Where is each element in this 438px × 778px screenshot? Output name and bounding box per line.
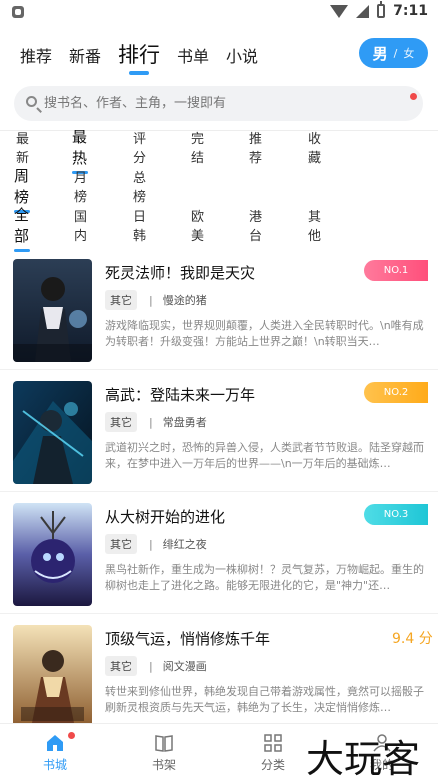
book-cover — [13, 381, 92, 484]
book-cover — [13, 503, 92, 606]
filter-hottest[interactable]: 最热 — [72, 126, 87, 168]
meta-separator: | — [149, 293, 153, 307]
book-description: 转世来到修仙世界，韩绝发现自己带着游戏属性，竟然可以摇骰子刷新灵根资质与先天气运… — [105, 685, 424, 714]
filter-all[interactable]: 全部 — [14, 204, 29, 246]
book-cover — [13, 259, 92, 362]
book-icon — [155, 735, 173, 752]
filter-japan-korea[interactable]: 日韩 — [133, 206, 146, 244]
search-bar[interactable]: 搜书名、作者、主角，一搜即有 — [14, 86, 423, 121]
book-description: 武道初兴之时，恐怖的异兽入侵，人类武者节节败退。陆圣穿越而来，在梦中进入一万年后… — [105, 441, 424, 470]
filter-western[interactable]: 欧美 — [191, 206, 204, 244]
gender-toggle[interactable]: 男 / 女 — [359, 38, 428, 68]
genre-tag: 其它 — [105, 534, 137, 554]
book-list-item[interactable]: 死灵法师！我即是天灾 其它 | 慢途的猪 游戏降临现实，世界规则颠覆，人类进入全… — [0, 248, 438, 370]
rank-badge: NO.2 — [364, 382, 428, 403]
home-icon — [47, 735, 63, 751]
genre-tag: 其它 — [105, 412, 137, 432]
nav-label: 书城 — [42, 758, 67, 772]
book-cover — [13, 625, 92, 728]
nav-label: 分类 — [260, 758, 285, 772]
rank-badge: NO.1 — [364, 260, 428, 281]
tab-new[interactable]: 新番 — [69, 44, 101, 70]
gender-male-label: 男 — [372, 44, 388, 63]
rank-badge: NO.3 — [364, 504, 428, 525]
book-author: 常盘勇者 — [162, 416, 207, 429]
filter-hk-tw[interactable]: 港台 — [249, 206, 262, 244]
signal-icon — [356, 4, 370, 18]
filter-weekly[interactable]: 周榜 — [14, 165, 29, 207]
watermark: 大玩客 — [306, 737, 421, 778]
filter-overall[interactable]: 总榜 — [133, 167, 146, 205]
book-description: 游戏降临现实，世界规则颠覆，人类进入全民转职时代。\n唯有成为转职者！升级变强！… — [105, 319, 424, 348]
grid-icon — [264, 734, 282, 752]
genre-tag: 其它 — [105, 290, 137, 310]
genre-tag: 其它 — [105, 656, 137, 676]
top-tab-bar: 推荐 新番 排行 书单 小说 — [20, 34, 275, 70]
book-author: 阅文漫画 — [162, 660, 207, 673]
book-list-item[interactable]: 高武：登陆未来一万年 其它 | 常盘勇者 武道初兴之时，恐怖的异兽入侵，人类武者… — [0, 370, 438, 492]
nav-bookstore[interactable]: 书城 — [20, 724, 90, 778]
tab-booklist[interactable]: 书单 — [177, 44, 209, 70]
book-title: 高武：登陆未来一万年 — [105, 386, 256, 404]
divider — [0, 130, 438, 131]
notification-dot — [68, 732, 75, 739]
filter-other[interactable]: 其他 — [308, 206, 321, 244]
tab-recommend[interactable]: 推荐 — [20, 44, 52, 70]
meta-separator: | — [149, 537, 153, 551]
book-title: 从大树开始的进化 — [105, 508, 226, 526]
search-input[interactable]: 搜书名、作者、主角，一搜即有 — [44, 86, 226, 121]
nav-category[interactable]: 分类 — [238, 724, 308, 778]
book-list-item[interactable]: 顶级气运，悄悄修炼千年 其它 | 阅文漫画 转世来到修仙世界，韩绝发现自己带着游… — [0, 614, 438, 736]
battery-icon — [377, 1, 386, 18]
shield-icon — [12, 6, 24, 18]
wifi-icon — [330, 4, 349, 18]
book-list-item[interactable]: 从大树开始的进化 其它 | 绯红之夜 黑鸟社新作，重生成为一株柳树！？灵气复苏，… — [0, 492, 438, 614]
nav-bookshelf[interactable]: 书架 — [129, 724, 199, 778]
tab-novel[interactable]: 小说 — [226, 44, 258, 70]
filter-latest[interactable]: 最新 — [16, 128, 29, 166]
filter-rating[interactable]: 评分 — [133, 128, 146, 166]
filter-monthly[interactable]: 月榜 — [74, 167, 87, 205]
search-icon — [26, 96, 37, 107]
gender-female-label: 女 — [403, 47, 415, 60]
book-description: 黑鸟社新作，重生成为一株柳树！？灵气复苏，万物崛起。重生的柳树也走上了进化之路。… — [105, 563, 424, 592]
book-title: 死灵法师！我即是天灾 — [105, 264, 256, 282]
tab-ranking[interactable]: 排行 — [118, 40, 160, 70]
book-author: 慢途的猪 — [162, 294, 207, 307]
notification-dot — [410, 93, 417, 100]
nav-label: 书架 — [151, 758, 176, 772]
gender-separator: / — [393, 46, 398, 60]
filter-recommended[interactable]: 推荐 — [249, 128, 262, 166]
book-author: 绯红之夜 — [162, 538, 207, 551]
meta-separator: | — [149, 415, 153, 429]
book-score: 9.4 分 — [392, 631, 433, 647]
status-time: 7:11 — [393, 3, 428, 19]
status-bar: 7:11 — [0, 0, 438, 24]
filter-favorites[interactable]: 收藏 — [308, 128, 321, 166]
book-title: 顶级气运，悄悄修炼千年 — [105, 630, 271, 648]
meta-separator: | — [149, 659, 153, 673]
filter-domestic[interactable]: 国内 — [74, 206, 87, 244]
filter-completed[interactable]: 完结 — [191, 128, 204, 166]
